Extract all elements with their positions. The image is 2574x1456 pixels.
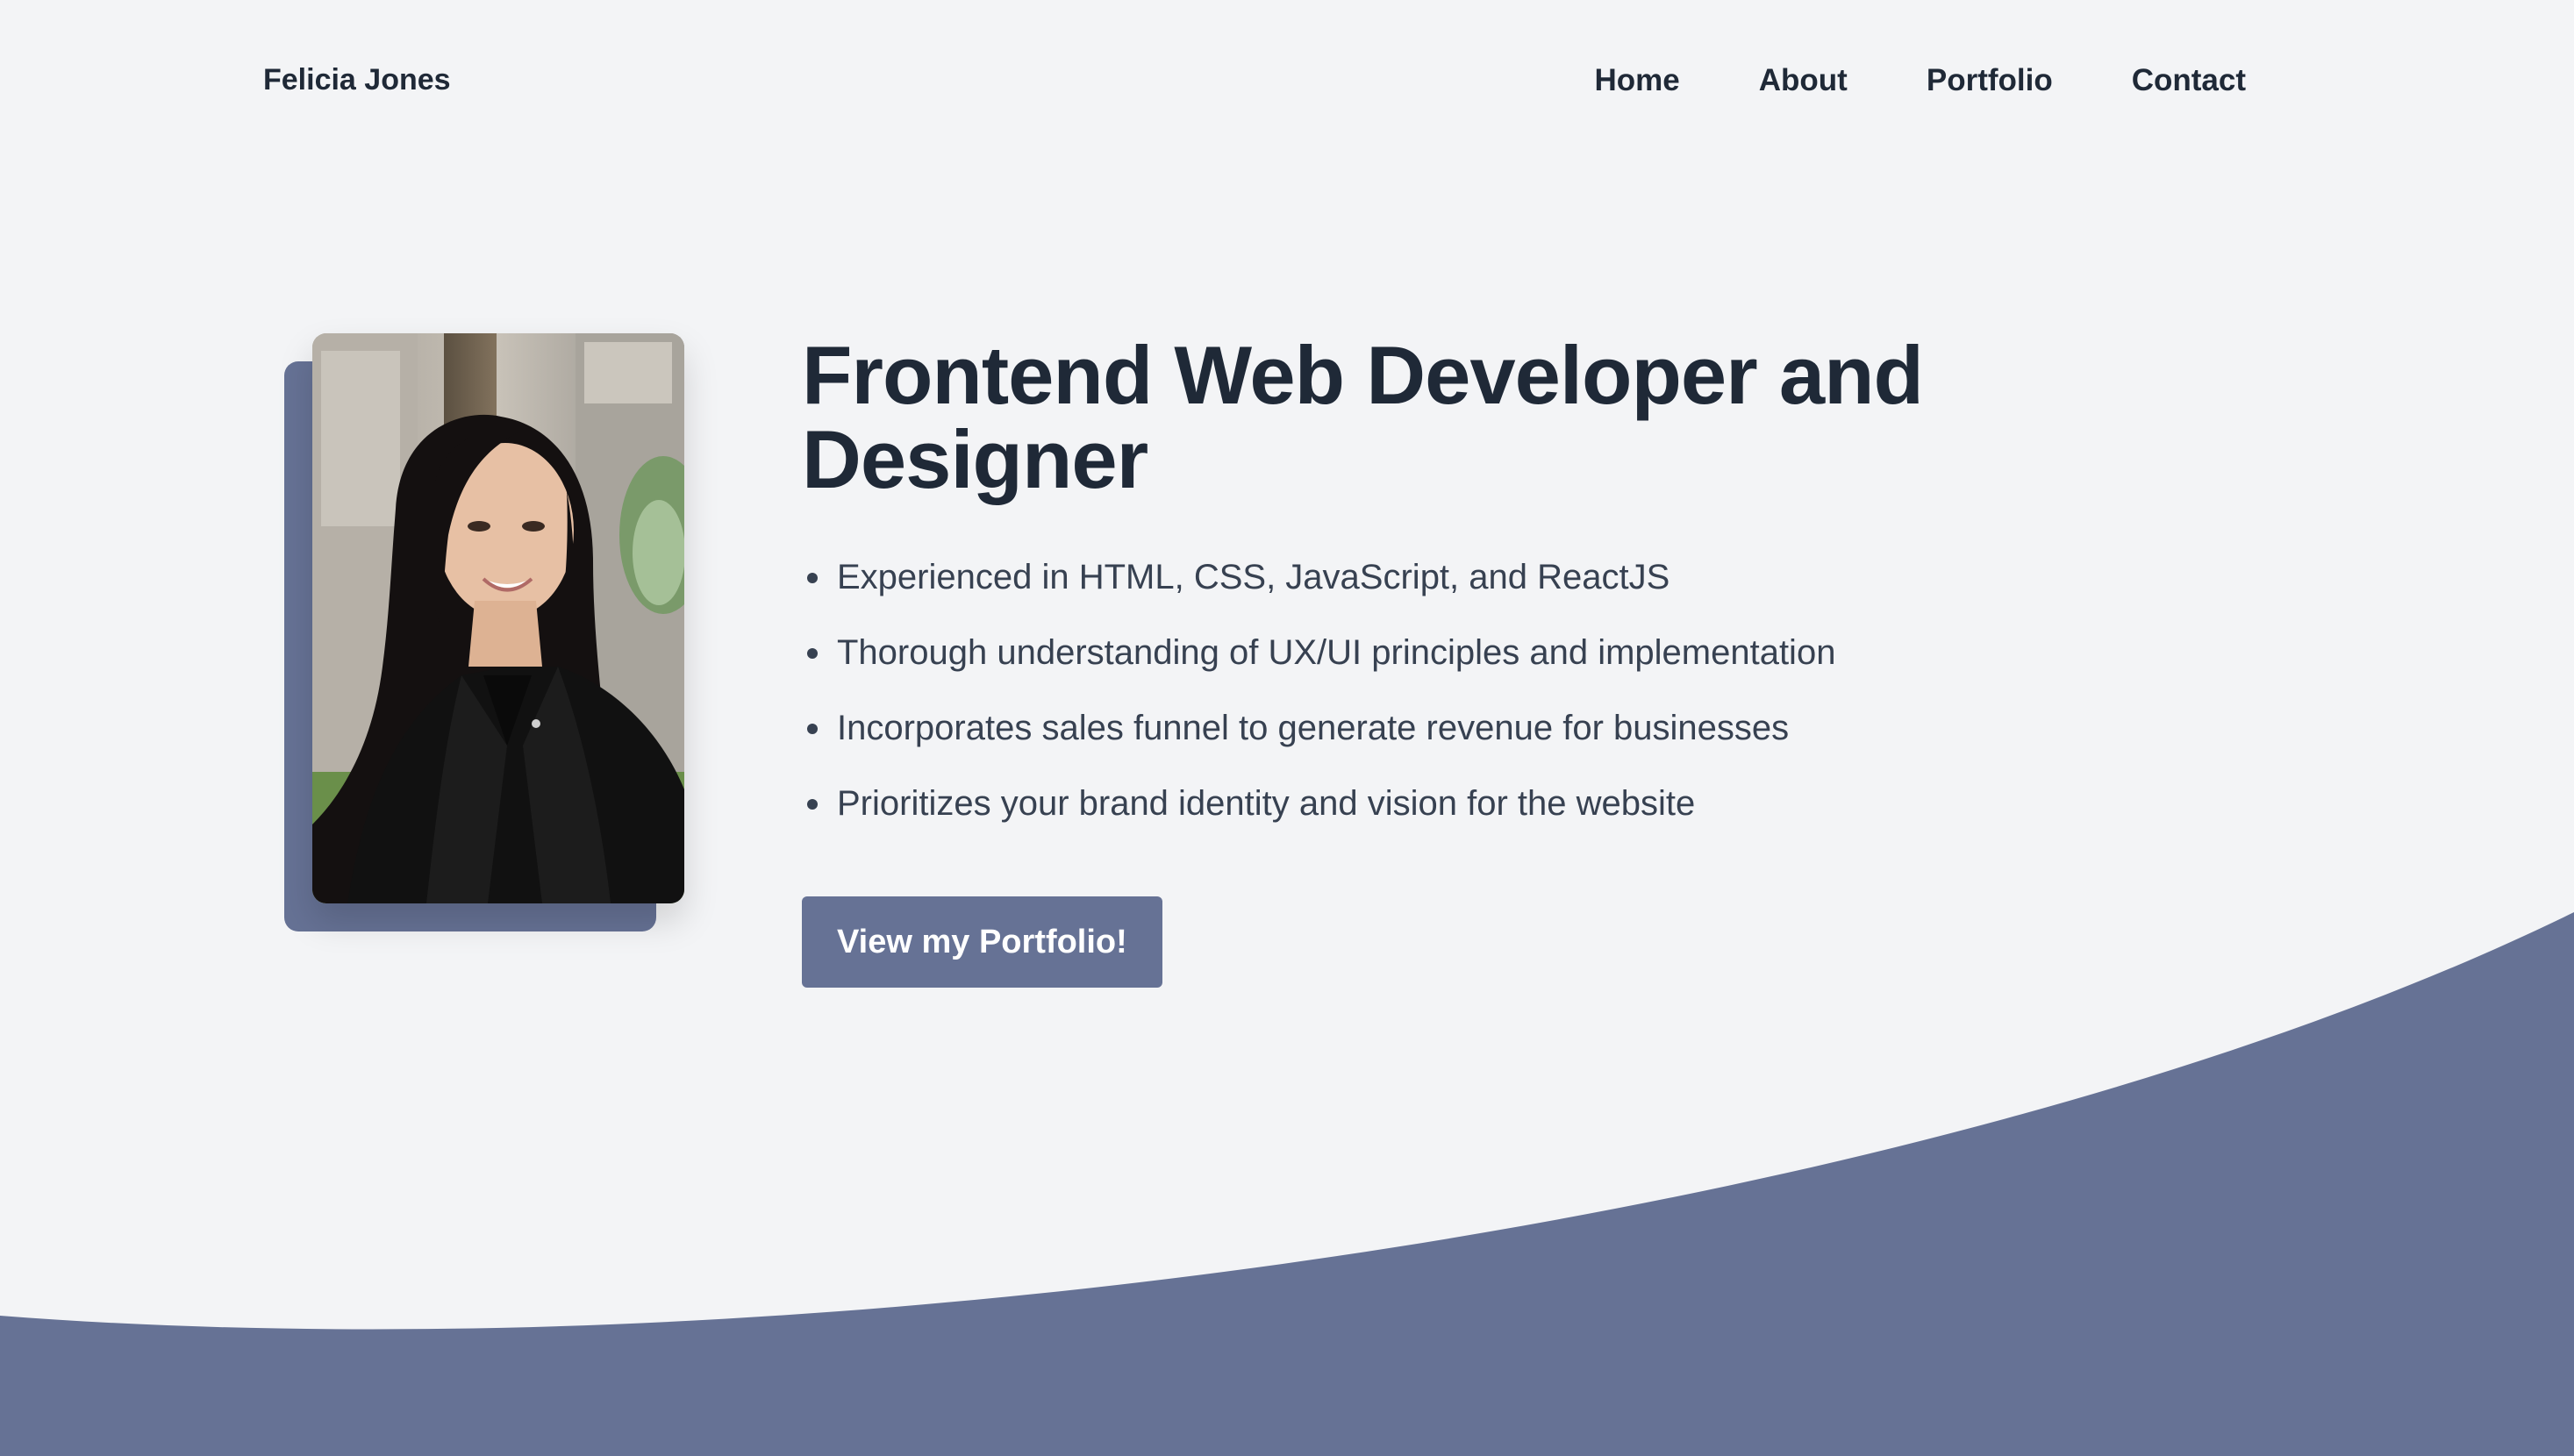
- bullet-icon: [807, 648, 818, 659]
- nav-portfolio[interactable]: Portfolio: [1927, 63, 2053, 98]
- hero-title: Frontend Web Developer and Designer: [802, 329, 1924, 505]
- list-item: Experienced in HTML, CSS, JavaScript, an…: [802, 556, 2030, 598]
- nav-contact[interactable]: Contact: [2132, 63, 2246, 98]
- list-item-text: Thorough understanding of UX/UI principl…: [837, 633, 1836, 672]
- list-item-text: Incorporates sales funnel to generate re…: [837, 709, 1790, 747]
- bullet-icon: [807, 724, 818, 734]
- skills-list: Experienced in HTML, CSS, JavaScript, an…: [802, 556, 2030, 824]
- list-item: Prioritizes your brand identity and visi…: [802, 782, 2030, 824]
- nav-about[interactable]: About: [1759, 63, 1848, 98]
- bullet-icon: [807, 799, 818, 810]
- view-portfolio-button[interactable]: View my Portfolio!: [802, 896, 1162, 988]
- main-nav: Home About Portfolio Contact: [1595, 63, 2246, 98]
- profile-photo: [312, 333, 684, 903]
- nav-home[interactable]: Home: [1595, 63, 1680, 98]
- list-item-text: Prioritizes your brand identity and visi…: [837, 784, 1696, 823]
- list-item-text: Experienced in HTML, CSS, JavaScript, an…: [837, 558, 1670, 596]
- hero-section: Frontend Web Developer and Designer Expe…: [802, 333, 2030, 988]
- list-item: Thorough understanding of UX/UI principl…: [802, 632, 2030, 674]
- bullet-icon: [807, 573, 818, 583]
- brand-name[interactable]: Felicia Jones: [263, 63, 451, 97]
- list-item: Incorporates sales funnel to generate re…: [802, 707, 2030, 749]
